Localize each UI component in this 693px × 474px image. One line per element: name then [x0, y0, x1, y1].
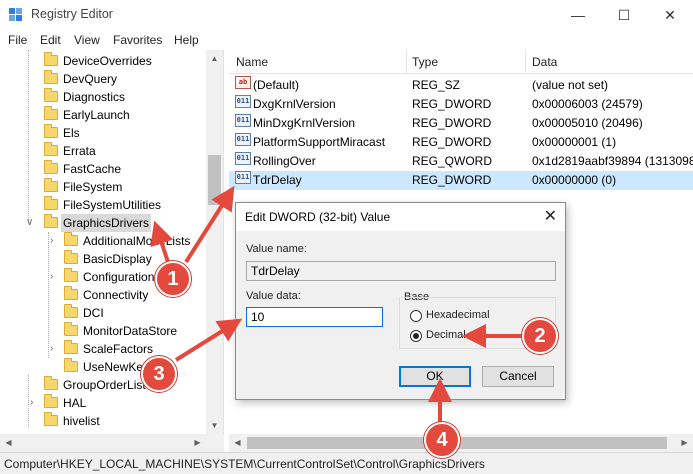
tree-vertical-scrollbar[interactable]: ▲ ▼: [206, 50, 223, 434]
decimal-label[interactable]: Decimal: [426, 329, 466, 341]
folder-icon: [44, 88, 58, 102]
menu-favorites[interactable]: Favorites: [113, 33, 162, 47]
column-name[interactable]: Name: [236, 55, 268, 69]
folder-icon: [64, 268, 78, 282]
list-header: Name Type Data: [229, 50, 693, 74]
folder-icon: [64, 286, 78, 300]
chevron-right-icon[interactable]: ›: [50, 232, 60, 250]
chevron-right-icon[interactable]: ›: [50, 268, 60, 286]
folder-icon: [64, 322, 78, 336]
ok-button[interactable]: OK: [399, 366, 471, 387]
registry-path: Computer\HKEY_LOCAL_MACHINE\SYSTEM\Curre…: [4, 457, 485, 471]
hexadecimal-radio[interactable]: [410, 310, 422, 322]
list-item-tdrdelay[interactable]: 011 TdrDelay REG_DWORD 0x00000000 (0): [229, 171, 693, 190]
binary-value-icon: 011: [235, 133, 251, 146]
annotation-badge-4: 4: [424, 422, 460, 458]
menu-bar: File Edit View Favorites Help: [0, 30, 693, 50]
dialog-title: Edit DWORD (32-bit) Value: [245, 210, 391, 224]
binary-value-icon: 011: [235, 152, 251, 165]
list-item[interactable]: 011 PlatformSupportMiracast REG_DWORD 0x…: [229, 133, 693, 152]
scroll-left-arrow-icon[interactable]: ◀: [229, 434, 246, 451]
folder-icon: [44, 178, 58, 192]
registry-editor-icon: [9, 8, 23, 22]
string-value-icon: ab: [235, 76, 251, 89]
title-bar: Registry Editor — ☐ ✕: [0, 0, 693, 30]
folder-icon: [44, 196, 58, 210]
tree-horizontal-scrollbar[interactable]: ◀ ▶: [0, 434, 224, 452]
chevron-down-icon[interactable]: ∨: [26, 214, 36, 232]
list-item[interactable]: 011 DxgKrnlVersion REG_DWORD 0x00006003 …: [229, 95, 693, 114]
folder-icon: [44, 106, 58, 120]
column-data[interactable]: Data: [532, 55, 557, 69]
scroll-down-arrow-icon[interactable]: ▼: [206, 417, 223, 434]
binary-value-icon: 011: [235, 171, 251, 184]
folder-icon: [64, 304, 78, 318]
binary-value-icon: 011: [235, 95, 251, 108]
hexadecimal-label[interactable]: Hexadecimal: [426, 309, 490, 321]
annotation-badge-3: 3: [141, 356, 177, 392]
folder-icon: [64, 250, 78, 264]
folder-icon: [44, 52, 58, 66]
decimal-radio[interactable]: [410, 330, 422, 342]
list-item[interactable]: ab (Default) REG_SZ (value not set): [229, 76, 693, 95]
scroll-left-arrow-icon[interactable]: ◀: [0, 434, 17, 451]
cancel-button[interactable]: Cancel: [482, 366, 554, 387]
folder-icon: [64, 358, 78, 372]
menu-view[interactable]: View: [74, 33, 100, 47]
chevron-right-icon[interactable]: ›: [50, 340, 60, 358]
list-item[interactable]: 011 MinDxgKrnlVersion REG_DWORD 0x000050…: [229, 114, 693, 133]
chevron-right-icon[interactable]: ›: [30, 394, 40, 412]
folder-icon: [44, 124, 58, 138]
menu-file[interactable]: File: [8, 33, 27, 47]
folder-icon: [64, 232, 78, 246]
value-data-input[interactable]: 10: [246, 307, 383, 327]
tree-scroll-thumb[interactable]: [208, 155, 221, 205]
folder-icon: [44, 70, 58, 84]
close-window-button[interactable]: ✕: [647, 0, 693, 30]
scroll-up-arrow-icon[interactable]: ▲: [206, 50, 223, 67]
menu-help[interactable]: Help: [174, 33, 199, 47]
value-name-label: Value name:: [246, 243, 307, 255]
key-tree[interactable]: DeviceOverrides DevQuery Diagnostics Ear…: [0, 50, 224, 452]
menu-edit[interactable]: Edit: [40, 33, 61, 47]
scroll-right-arrow-icon[interactable]: ▶: [676, 434, 693, 451]
window-title: Registry Editor: [31, 7, 113, 21]
annotation-badge-1: 1: [155, 261, 191, 297]
value-name-field: TdrDelay: [246, 261, 556, 281]
dialog-title-bar: Edit DWORD (32-bit) Value ✕: [236, 203, 565, 231]
value-data-label: Value data:: [246, 290, 301, 302]
folder-icon: [44, 376, 58, 390]
annotation-badge-2: 2: [522, 318, 558, 354]
folder-icon: [44, 142, 58, 156]
edit-dword-dialog: Edit DWORD (32-bit) Value ✕ Value name: …: [235, 202, 566, 400]
binary-value-icon: 011: [235, 114, 251, 127]
column-type[interactable]: Type: [412, 55, 438, 69]
folder-icon: [44, 412, 58, 426]
scroll-right-arrow-icon[interactable]: ▶: [189, 434, 206, 451]
list-item[interactable]: 011 RollingOver REG_QWORD 0x1d2819aabf39…: [229, 152, 693, 171]
dialog-close-button[interactable]: ✕: [544, 206, 557, 226]
minimize-button[interactable]: —: [555, 0, 601, 30]
folder-open-icon: [44, 214, 58, 228]
folder-icon: [44, 160, 58, 174]
folder-icon: [64, 340, 78, 354]
folder-icon: [44, 394, 58, 408]
list-horizontal-scrollbar[interactable]: ◀ ▶: [229, 434, 693, 452]
status-bar: Computer\HKEY_LOCAL_MACHINE\SYSTEM\Curre…: [0, 452, 693, 474]
maximize-button[interactable]: ☐: [601, 0, 647, 30]
